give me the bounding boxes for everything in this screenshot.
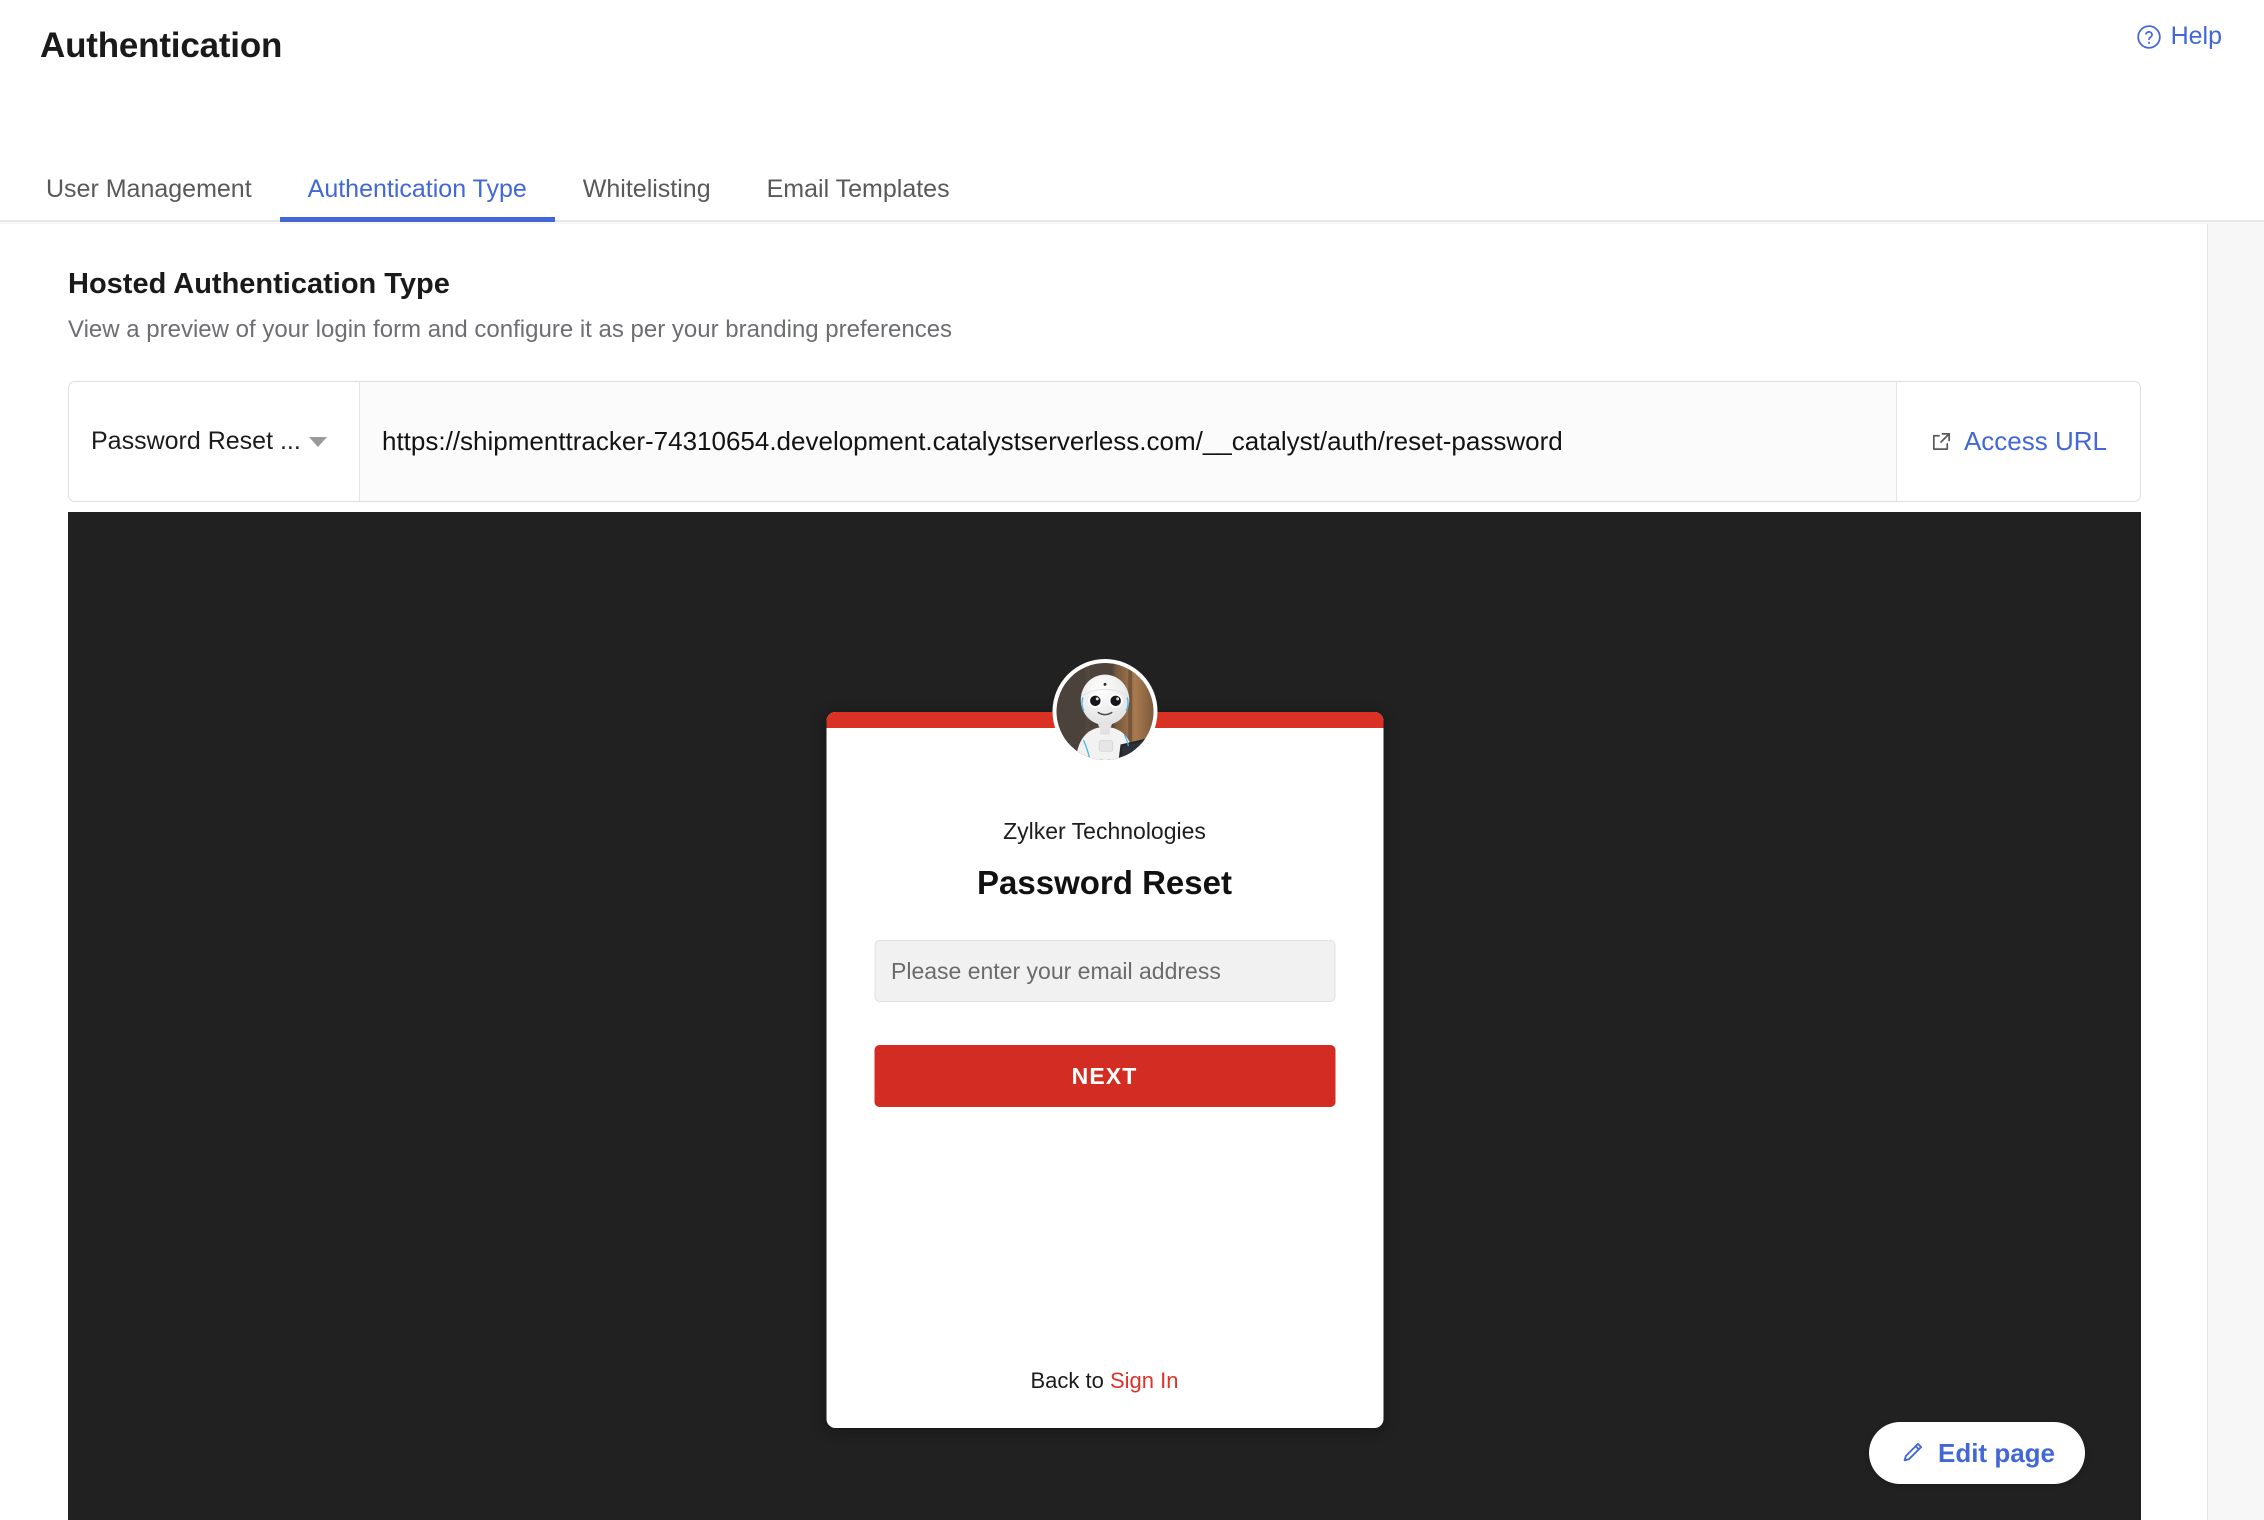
email-input[interactable] <box>874 940 1335 1002</box>
page-header: Authentication Help <box>0 0 2264 110</box>
tab-email-templates[interactable]: Email Templates <box>739 108 978 220</box>
help-link[interactable]: Help <box>2136 22 2222 51</box>
pencil-icon <box>1899 1440 1925 1466</box>
chevron-down-icon <box>308 436 327 447</box>
brand-name: Zylker Technologies <box>1003 818 1206 844</box>
card-body: Zylker Technologies Password Reset NEXT … <box>826 728 1383 1428</box>
question-circle-icon <box>2136 24 2162 50</box>
back-to-signin-row: Back to Sign In <box>826 1368 1383 1394</box>
avatar <box>1052 659 1157 764</box>
tab-bar: User Management Authentication Type Whit… <box>0 110 2264 222</box>
login-card: Zylker Technologies Password Reset NEXT … <box>826 712 1383 1428</box>
access-url-button[interactable]: Access URL <box>1896 382 2140 501</box>
tab-user-management[interactable]: User Management <box>40 108 280 220</box>
tab-list: User Management Authentication Type Whit… <box>40 108 978 222</box>
page-select-label: Password Reset ... <box>91 427 301 455</box>
sign-in-link[interactable]: Sign In <box>1110 1368 1179 1393</box>
page-select-dropdown[interactable]: Password Reset ... <box>69 382 360 501</box>
tab-whitelisting[interactable]: Whitelisting <box>555 108 739 220</box>
url-field[interactable]: https://shipmenttracker-74310654.develop… <box>360 382 1896 501</box>
external-link-icon <box>1930 430 1953 453</box>
section-subtitle: View a preview of your login form and co… <box>68 316 953 343</box>
url-bar: Password Reset ... https://shipmenttrack… <box>68 381 2141 502</box>
edit-page-button[interactable]: Edit page <box>1868 1422 2085 1484</box>
access-url-label: Access URL <box>1963 426 2108 456</box>
back-to-label: Back to <box>1030 1368 1104 1393</box>
tab-authentication-type[interactable]: Authentication Type <box>279 108 555 222</box>
next-button[interactable]: NEXT <box>874 1045 1335 1107</box>
section-title: Hosted Authentication Type <box>68 268 450 300</box>
edit-page-label: Edit page <box>1937 1437 2055 1468</box>
login-preview-stage: Zylker Technologies Password Reset NEXT … <box>68 512 2141 1520</box>
help-label: Help <box>2170 22 2222 50</box>
robot-avatar-photo <box>1056 663 1153 760</box>
content-panel: Hosted Authentication Type View a previe… <box>0 224 2208 1520</box>
card-heading: Password Reset <box>977 864 1232 901</box>
page-title: Authentication <box>40 26 283 65</box>
